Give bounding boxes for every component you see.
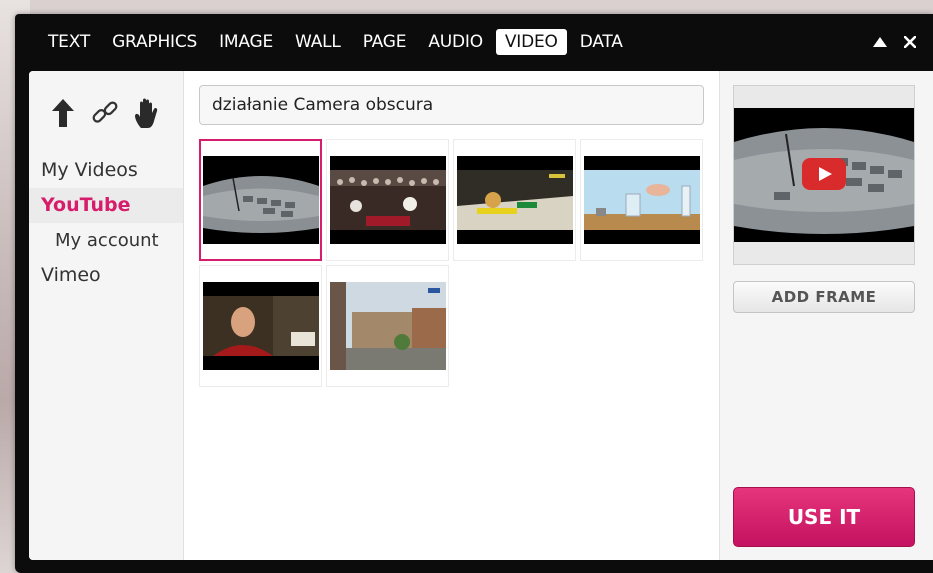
video-thumbnail[interactable] xyxy=(326,265,449,387)
tab-text[interactable]: TEXT xyxy=(39,29,99,55)
collapse-button[interactable] xyxy=(865,27,895,57)
close-icon xyxy=(904,36,916,48)
youtube-play-icon xyxy=(802,158,846,190)
video-preview-frame xyxy=(734,108,914,242)
video-thumbnail[interactable] xyxy=(199,139,322,261)
dialog-content: My Videos YouTube My account Vimeo dział… xyxy=(29,71,933,560)
tab-video[interactable]: VIDEO xyxy=(495,29,567,55)
video-thumbnail[interactable] xyxy=(199,265,322,387)
video-thumbnail-image xyxy=(329,282,446,370)
use-it-button[interactable]: USE IT xyxy=(733,487,915,547)
tab-page[interactable]: PAGE xyxy=(354,29,416,55)
tab-audio[interactable]: AUDIO xyxy=(419,29,492,55)
results-area xyxy=(185,71,718,560)
preview-panel: ADD FRAME USE IT xyxy=(719,71,933,560)
tab-wall[interactable]: WALL xyxy=(286,29,350,55)
triangle-up-icon xyxy=(873,37,887,47)
tab-image[interactable]: IMAGE xyxy=(210,29,282,55)
tab-bar: TEXT GRAPHICS IMAGE WALL PAGE AUDIO VIDE… xyxy=(15,14,933,70)
video-thumbnail[interactable] xyxy=(580,139,703,261)
sidebar-item-vimeo[interactable]: Vimeo xyxy=(29,258,183,293)
close-button[interactable] xyxy=(895,27,925,57)
hand-icon[interactable] xyxy=(133,97,161,129)
video-grid xyxy=(199,139,704,387)
video-thumbnail[interactable] xyxy=(453,139,576,261)
sidebar-item-youtube[interactable]: YouTube xyxy=(29,188,183,223)
tab-graphics[interactable]: GRAPHICS xyxy=(103,29,206,55)
video-thumbnail-image xyxy=(202,282,319,370)
video-dialog: TEXT GRAPHICS IMAGE WALL PAGE AUDIO VIDE… xyxy=(15,14,933,573)
video-thumbnail-image xyxy=(456,156,573,244)
add-frame-button[interactable]: ADD FRAME xyxy=(733,281,915,313)
sidebar-item-my-videos[interactable]: My Videos xyxy=(29,153,183,188)
video-thumbnail-image xyxy=(583,156,700,244)
video-thumbnail-image xyxy=(202,156,319,244)
arrow-up-icon[interactable] xyxy=(49,97,77,129)
video-thumbnail-image xyxy=(329,156,446,244)
sidebar-item-my-account[interactable]: My account xyxy=(29,223,183,258)
video-thumbnail[interactable] xyxy=(326,139,449,261)
video-preview[interactable] xyxy=(733,85,915,265)
tab-data[interactable]: DATA xyxy=(571,29,632,55)
search-input[interactable] xyxy=(199,85,704,125)
source-nav: My Videos YouTube My account Vimeo xyxy=(29,153,183,293)
link-icon[interactable] xyxy=(91,97,119,129)
source-sidebar: My Videos YouTube My account Vimeo xyxy=(29,71,184,560)
